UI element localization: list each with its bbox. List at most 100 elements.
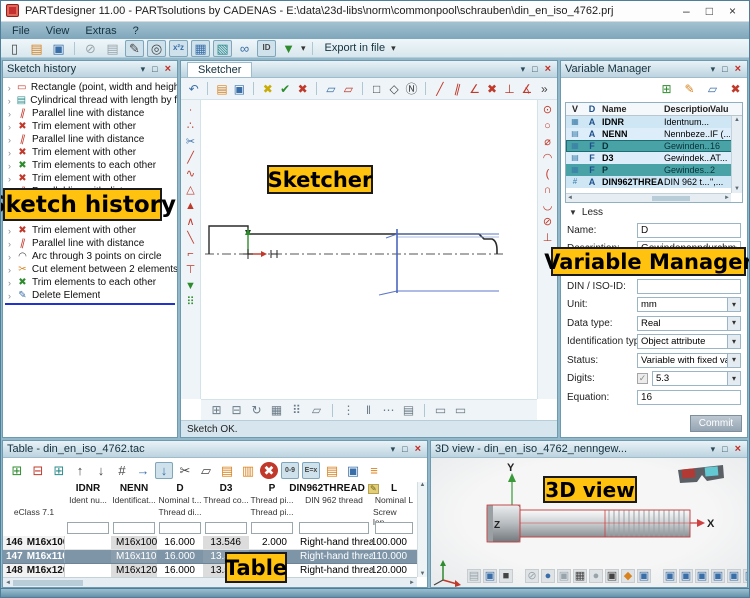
scroll-down-icon[interactable]: ▼ bbox=[734, 186, 740, 192]
shaded-view-icon[interactable]: ▣ bbox=[483, 569, 497, 583]
table-hscrollbar[interactable]: ◄ ► bbox=[3, 577, 417, 587]
chevron-down-icon[interactable]: ▾ bbox=[727, 354, 740, 367]
expander-icon[interactable]: › bbox=[6, 226, 13, 236]
iso-view-icon[interactable]: ▣ bbox=[637, 569, 651, 583]
column-d[interactable]: D Nominal t... Thread di... bbox=[157, 482, 203, 519]
column-p[interactable]: P Thread pi... Thread pi... bbox=[249, 482, 295, 519]
tree-item[interactable]: ›✖Trim elements to each other bbox=[3, 159, 177, 172]
expander-icon[interactable]: › bbox=[6, 148, 13, 158]
tree-item[interactable]: ›✂Cut element between 2 elements bbox=[3, 263, 177, 276]
grid-points-icon[interactable]: ⠿ bbox=[184, 296, 198, 308]
table-vscrollbar[interactable]: ▲ ▼ bbox=[417, 482, 427, 577]
variable-row[interactable]: ▦ A IDNR Identnum... bbox=[566, 116, 742, 128]
iso-view-icon[interactable]: ▣ bbox=[695, 569, 709, 583]
triangle-tool-icon[interactable]: △ bbox=[184, 184, 198, 196]
less-toggle[interactable]: ▼ Less bbox=[569, 207, 603, 218]
menu-file[interactable]: File bbox=[4, 24, 38, 38]
cut-icon[interactable]: ✂ bbox=[176, 462, 194, 479]
copy-icon[interactable]: ▱ bbox=[197, 462, 215, 479]
open-icon[interactable]: ▤ bbox=[27, 40, 46, 57]
circle-tool-icon[interactable]: ○ bbox=[541, 120, 555, 132]
menu-view[interactable]: View bbox=[38, 24, 78, 38]
matte-sphere-icon[interactable]: ● bbox=[589, 569, 603, 583]
zoom-in-icon[interactable]: ⊞ bbox=[209, 403, 224, 418]
panel-maximize-icon[interactable]: □ bbox=[722, 65, 727, 74]
wireframe-grid-icon[interactable]: ▦ bbox=[573, 569, 587, 583]
expander-icon[interactable]: › bbox=[6, 161, 13, 171]
sphere-view-icon[interactable]: ● bbox=[541, 569, 555, 583]
scroll-left-icon[interactable]: ◄ bbox=[567, 195, 573, 201]
variable-row[interactable]: # A DIN962THREAD DIN 962 t... ",... bbox=[566, 176, 742, 188]
thread-toggle-icon[interactable]: ◎ bbox=[147, 40, 166, 57]
paste-insert-icon[interactable]: ▥ bbox=[239, 462, 257, 479]
panel-menu-icon[interactable]: ▾ bbox=[711, 65, 716, 74]
trim-tool-icon[interactable]: ✖ bbox=[485, 81, 498, 96]
iso-view-icon[interactable]: ▣ bbox=[711, 569, 725, 583]
apply-right-icon[interactable]: → bbox=[134, 462, 152, 479]
column-l[interactable]: L Nominal L Screw len.. bbox=[373, 482, 415, 519]
filter-thread-input[interactable] bbox=[299, 522, 369, 534]
bisector-tool-icon[interactable]: ∡ bbox=[520, 81, 533, 96]
iso-view-icon[interactable]: ▣ bbox=[679, 569, 693, 583]
col-name[interactable]: Name bbox=[600, 104, 664, 114]
save-icon[interactable]: ▣ bbox=[49, 40, 68, 57]
scroll-right-icon[interactable]: ► bbox=[409, 580, 415, 586]
panel-menu-icon[interactable]: ▾ bbox=[521, 65, 526, 74]
variable-grid-hscrollbar[interactable]: ◄ ► bbox=[566, 193, 731, 202]
panel-close-icon[interactable]: × bbox=[415, 444, 421, 455]
digits-select[interactable]: 5.3 ▾ bbox=[652, 371, 741, 386]
highlight-faces-icon[interactable]: ◆ bbox=[621, 569, 635, 583]
panel-close-icon[interactable]: × bbox=[735, 64, 741, 75]
variable-grid-vscrollbar[interactable]: ▲ ▼ bbox=[731, 116, 742, 193]
add-row-icon[interactable]: ⊞ bbox=[8, 462, 26, 479]
zoom-out-icon[interactable]: ⊟ bbox=[229, 403, 244, 418]
tree-item[interactable]: ›✖Trim element with other bbox=[3, 146, 177, 159]
line-tool-icon[interactable]: ╱ bbox=[433, 81, 446, 96]
expander-icon[interactable]: › bbox=[6, 83, 13, 93]
tangent-tool-icon[interactable]: ⊥ bbox=[541, 232, 555, 244]
expander-icon[interactable]: › bbox=[6, 265, 13, 275]
npolygon-tool-icon[interactable]: Ⓝ bbox=[405, 81, 418, 96]
row-down-icon[interactable]: ↓ bbox=[92, 462, 110, 479]
hatch-2-icon[interactable]: ‖ bbox=[361, 403, 376, 418]
sketcher-tab[interactable]: Sketcher bbox=[187, 62, 252, 77]
scroll-up-icon[interactable]: ▲ bbox=[420, 482, 426, 488]
iso-view-icon[interactable]: ▣ bbox=[743, 569, 747, 583]
export-caret-icon[interactable]: ▾ bbox=[391, 44, 396, 53]
angle-tool-icon[interactable]: ∧ bbox=[184, 216, 198, 228]
tree-item[interactable]: ›✎Delete Element bbox=[3, 289, 177, 302]
cylinder-section-icon[interactable]: ▤ bbox=[467, 569, 481, 583]
iso-view-icon[interactable]: ▣ bbox=[663, 569, 677, 583]
fit-view-icon[interactable]: ▱ bbox=[309, 403, 324, 418]
expander-icon[interactable]: › bbox=[6, 109, 13, 119]
arc-open-tool-icon[interactable]: ( bbox=[541, 168, 555, 180]
column-din962thread[interactable]: DIN962THREAD✎ DIN 962 thread bbox=[295, 482, 373, 519]
zoom-view-icon[interactable]: ⊘ bbox=[525, 569, 539, 583]
close-button[interactable]: × bbox=[729, 5, 736, 17]
column-d3[interactable]: D3 Thread co... bbox=[203, 482, 249, 519]
filter-d3-input[interactable] bbox=[205, 522, 246, 534]
unit-select[interactable]: mm ▾ bbox=[637, 297, 741, 312]
view3d-toggle-icon[interactable]: ▧ bbox=[213, 40, 232, 57]
din-iso-id-field[interactable] bbox=[637, 279, 741, 294]
variables-toggle-icon[interactable]: x²z bbox=[169, 40, 188, 57]
table-row[interactable]: 146M16x100 M16x100 16.000 13.546 2.000 R… bbox=[3, 536, 417, 550]
copy-variable-icon[interactable]: ▱ bbox=[705, 82, 720, 96]
export-arrow-caret-icon[interactable]: ▾ bbox=[301, 44, 306, 53]
scroll-up-icon[interactable]: ▲ bbox=[734, 117, 740, 123]
panel-maximize-icon[interactable]: □ bbox=[532, 65, 537, 74]
menu-extras[interactable]: Extras bbox=[77, 24, 124, 38]
chevron-down-icon[interactable]: ▾ bbox=[727, 372, 740, 385]
open-sketch-icon[interactable]: ▤ bbox=[215, 81, 228, 96]
menu-help[interactable]: ? bbox=[125, 24, 147, 38]
delete-variable-icon[interactable]: ✖ bbox=[728, 82, 743, 96]
paste-icon[interactable]: ▤ bbox=[218, 462, 236, 479]
points-tool-icon[interactable]: ∴ bbox=[184, 120, 198, 132]
identification-type-select[interactable]: Object attribute ▾ bbox=[637, 334, 741, 349]
polygon-tool-icon[interactable]: ◇ bbox=[387, 81, 400, 96]
tree-item[interactable]: ›✖Trim elements to each other bbox=[3, 276, 177, 289]
maximize-button[interactable]: □ bbox=[706, 5, 713, 17]
filter-p-input[interactable] bbox=[251, 522, 292, 534]
green-frame-icon[interactable]: ▭ bbox=[453, 403, 468, 418]
segment-tool-icon[interactable]: ╱ bbox=[184, 152, 198, 164]
